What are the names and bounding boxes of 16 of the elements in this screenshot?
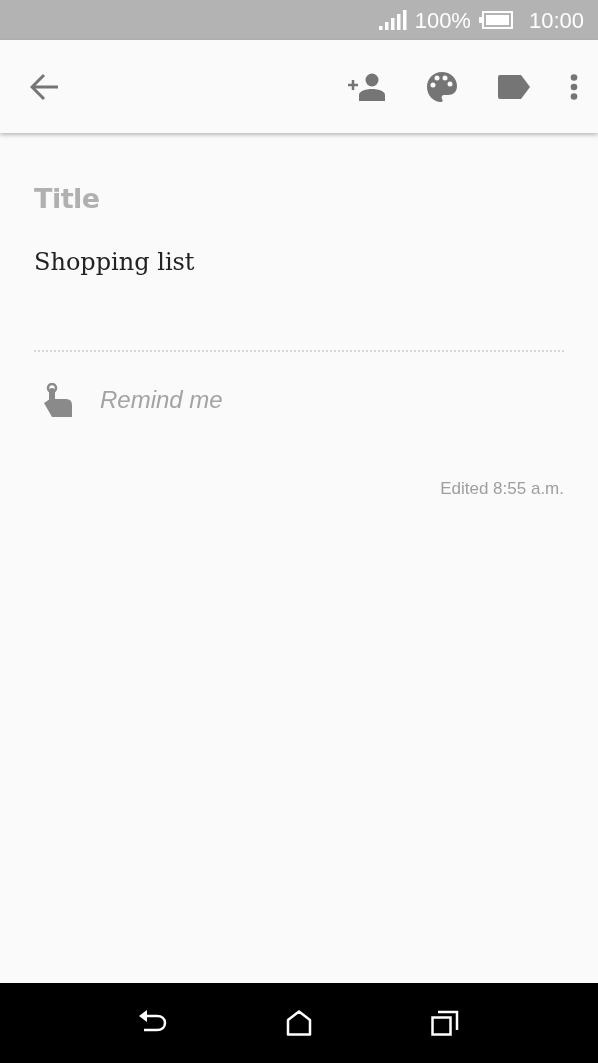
pointing-hand-icon: [42, 382, 74, 417]
back-button[interactable]: [30, 72, 60, 101]
battery-percentage: 100%: [414, 6, 471, 35]
add-person-button[interactable]: [348, 72, 386, 101]
battery-icon: [478, 11, 513, 29]
remind-me-button[interactable]: Remind me: [100, 381, 223, 418]
label-button[interactable]: [498, 74, 530, 99]
more-options-button[interactable]: [570, 73, 578, 100]
note-body-text: Shopping list: [34, 246, 196, 278]
palette-button[interactable]: [426, 70, 458, 103]
edited-time: Edited 8:55 a.m.: [440, 477, 564, 500]
title-field[interactable]: Title: [34, 179, 564, 220]
recent-apps-button[interactable]: [430, 1010, 459, 1036]
home-nav-button[interactable]: [286, 1010, 312, 1036]
clock-time: 10:00: [528, 6, 584, 35]
signal-icon: [378, 10, 407, 30]
